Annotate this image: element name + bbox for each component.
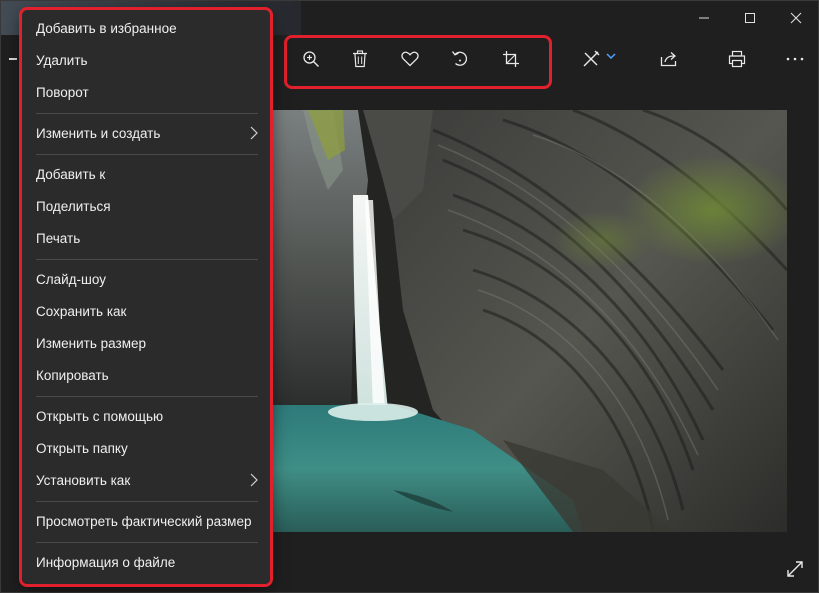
zoom-in-button[interactable]	[293, 41, 329, 77]
share-icon	[660, 52, 677, 67]
maximize-icon	[745, 13, 755, 23]
more-options-button[interactable]	[777, 41, 813, 77]
minimize-button[interactable]	[681, 1, 727, 35]
back-arrow-fragment	[9, 58, 17, 60]
print-icon	[728, 50, 746, 68]
delete-icon	[353, 50, 367, 68]
edit-create-button[interactable]	[575, 41, 623, 77]
heart-icon	[401, 51, 419, 67]
close-icon	[790, 12, 802, 24]
favorite-button[interactable]	[392, 41, 428, 77]
delete-button[interactable]	[342, 41, 378, 77]
menu-highlight-frame	[19, 7, 273, 587]
maximize-button[interactable]	[727, 1, 773, 35]
edit-icon	[583, 50, 600, 67]
rotate-icon	[451, 51, 468, 66]
share-button[interactable]	[651, 41, 687, 77]
print-button[interactable]	[719, 41, 755, 77]
photo-image	[273, 110, 787, 532]
minimize-icon	[699, 17, 709, 19]
crop-icon	[503, 51, 519, 67]
crop-button[interactable]	[493, 41, 529, 77]
zoom-in-icon	[303, 51, 319, 67]
photo-waterfall	[273, 110, 787, 532]
fullscreen-button[interactable]	[783, 557, 807, 581]
close-button[interactable]	[773, 1, 819, 35]
photos-app-window: Добавить в избранное Удалить Поворот Изм…	[0, 0, 819, 593]
rotate-button[interactable]	[442, 41, 478, 77]
chevron-down-icon	[606, 53, 616, 60]
more-icon	[786, 57, 804, 61]
expand-icon	[787, 561, 803, 577]
